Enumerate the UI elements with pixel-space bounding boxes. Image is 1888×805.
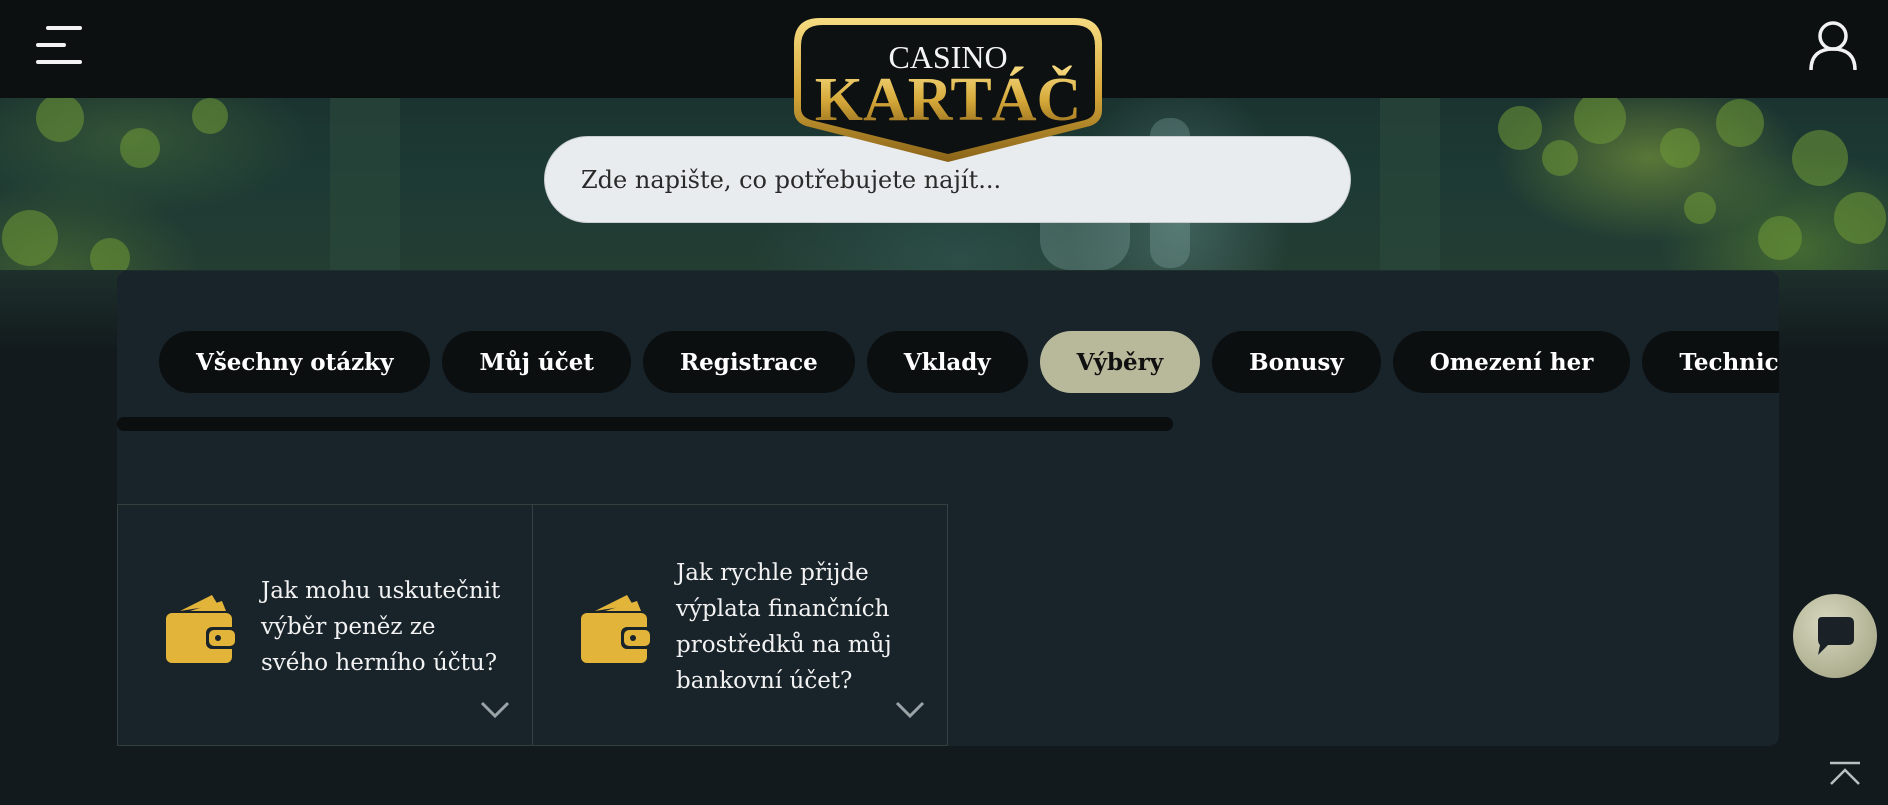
- tabs-scrollbar[interactable]: [117, 417, 1173, 431]
- tab-muj-ucet[interactable]: Můj účet: [442, 331, 631, 393]
- faq-item[interactable]: Jak rychle přijde výplata finančních pro…: [532, 504, 948, 746]
- tab-vybery[interactable]: Výběry: [1039, 331, 1201, 393]
- faq-item[interactable]: Jak mohu uskutečnit výběr peněz ze svého…: [117, 504, 533, 746]
- faq-question: Jak mohu uskutečnit výběr peněz ze svého…: [261, 578, 501, 676]
- chevron-down-icon[interactable]: [480, 701, 510, 719]
- casino-logo[interactable]: CASINO KARTÁČ: [790, 16, 1106, 162]
- user-icon[interactable]: [1808, 20, 1858, 72]
- faq-list: Jak mohu uskutečnit výběr peněz ze svého…: [117, 504, 948, 746]
- tab-vklady[interactable]: Vklady: [866, 331, 1028, 393]
- scroll-to-top-icon[interactable]: [1828, 760, 1862, 788]
- tab-vsechny-otazky[interactable]: Všechny otázky: [159, 331, 431, 393]
- tab-registrace[interactable]: Registrace: [642, 331, 855, 393]
- tab-omezeni-her[interactable]: Omezení her: [1392, 331, 1631, 393]
- faq-question: Jak rychle přijde výplata finančních pro…: [676, 560, 892, 694]
- tab-technicke-problemy[interactable]: Technické problémy: [1642, 331, 1779, 393]
- category-tabs: Všechny otázky Můj účet Registrace Vklad…: [159, 331, 1779, 393]
- logo-line2: KARTÁČ: [815, 66, 1082, 134]
- hamburger-menu-icon[interactable]: [36, 26, 82, 64]
- tab-bonusy[interactable]: Bonusy: [1212, 331, 1381, 393]
- chat-button[interactable]: [1793, 594, 1877, 678]
- wallet-icon: [581, 595, 653, 663]
- wallet-icon: [166, 595, 238, 663]
- chat-bubble-icon: [1818, 617, 1854, 655]
- chevron-down-icon[interactable]: [895, 701, 925, 719]
